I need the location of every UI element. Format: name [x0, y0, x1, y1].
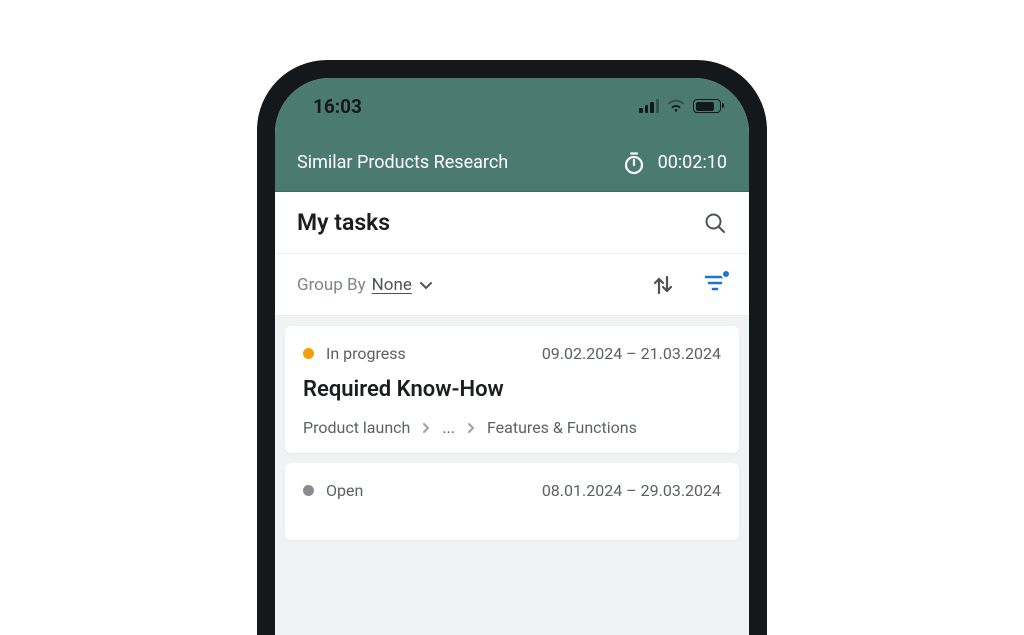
wifi-icon: [667, 99, 685, 113]
task-status: Open: [303, 481, 363, 500]
task-daterange: 08.01.2024 – 29.03.2024: [542, 481, 721, 500]
group-by-selector[interactable]: Group By None: [297, 275, 434, 295]
task-status: In progress: [303, 344, 406, 363]
status-icons: [639, 99, 721, 113]
chevron-right-icon: [420, 422, 432, 434]
status-label: In progress: [326, 344, 406, 363]
controls-bar: Group By None: [275, 254, 749, 316]
task-card[interactable]: Open 08.01.2024 – 29.03.2024: [285, 463, 739, 540]
timer-value: 00:02:10: [658, 152, 727, 173]
task-title: Required Know-How: [303, 377, 721, 402]
phone-screen: 16:03 Similar Products Research: [275, 78, 749, 635]
phone-frame: 16:03 Similar Products Research: [257, 60, 767, 635]
search-icon[interactable]: [703, 211, 727, 235]
status-dot-icon: [303, 348, 314, 359]
group-by-value: None: [372, 275, 412, 295]
task-list: In progress 09.02.2024 – 21.03.2024 Requ…: [275, 316, 749, 635]
breadcrumb-item: Features & Functions: [487, 418, 637, 437]
timer-widget[interactable]: 00:02:10: [622, 151, 727, 175]
task-daterange: 09.02.2024 – 21.03.2024: [542, 344, 721, 363]
breadcrumb-item: Product launch: [303, 418, 410, 437]
chevron-right-icon: [465, 422, 477, 434]
sort-icon[interactable]: [651, 273, 675, 297]
cellular-signal-icon: [639, 99, 659, 113]
group-by-label: Group By: [297, 275, 366, 295]
status-bar: 16:03: [275, 78, 749, 134]
battery-icon: [693, 99, 721, 113]
filter-button[interactable]: [703, 271, 727, 299]
app-header: Similar Products Research 00:02:10: [275, 134, 749, 192]
task-breadcrumb: Product launch ... Features & Functions: [303, 418, 721, 437]
filter-active-dot: [721, 269, 731, 279]
header-title: Similar Products Research: [297, 152, 508, 173]
status-dot-icon: [303, 485, 314, 496]
chevron-down-icon: [418, 277, 434, 293]
breadcrumb-item: ...: [442, 418, 455, 437]
clock-time: 16:03: [313, 95, 362, 118]
page-title: My tasks: [297, 209, 390, 236]
stopwatch-icon: [622, 151, 646, 175]
task-card[interactable]: In progress 09.02.2024 – 21.03.2024 Requ…: [285, 326, 739, 453]
title-bar: My tasks: [275, 192, 749, 254]
status-label: Open: [326, 481, 363, 500]
